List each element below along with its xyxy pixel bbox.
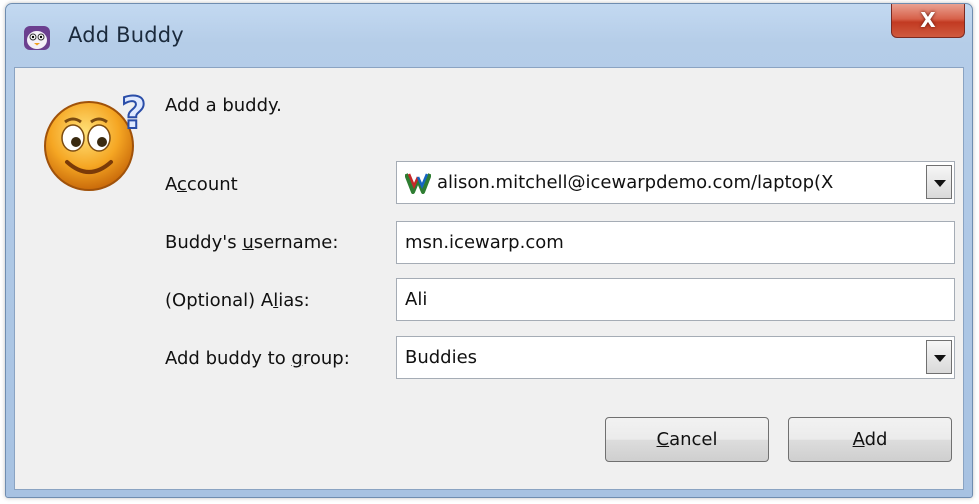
add-button[interactable]: Add (788, 417, 952, 462)
dialog-body: ? Add a buddy. Account alison.mitchell@i… (14, 67, 964, 490)
group-dropdown-button[interactable] (926, 340, 952, 374)
account-value: alison.mitchell@icewarpdemo.com/laptop(X (437, 172, 834, 193)
cancel-button[interactable]: Cancel (605, 417, 769, 462)
pidgin-icon (24, 26, 50, 50)
username-label: Buddy's username: (165, 232, 338, 253)
svg-text:?: ? (121, 88, 147, 139)
chevron-down-icon (934, 355, 946, 362)
group-label-post: roup: (302, 348, 350, 369)
cancel-accel: C (656, 429, 670, 450)
add-label: dd (864, 429, 888, 450)
alias-label: (Optional) Alias: (165, 290, 310, 311)
group-label: Add buddy to group: (165, 348, 350, 369)
protocol-icon (405, 173, 431, 194)
username-label-pre: Buddy's (165, 232, 243, 253)
username-label-post: sername: (253, 232, 339, 253)
alias-input[interactable]: Ali (396, 278, 955, 321)
close-button[interactable]: X (891, 4, 965, 38)
group-label-accel: g (291, 348, 303, 369)
group-combobox[interactable]: Buddies (396, 336, 955, 379)
add-accel: A (852, 429, 865, 450)
add-buddy-dialog: Add Buddy X ? Add a buddy. Account aliso… (5, 3, 973, 498)
username-value: msn.icewarp.com (405, 232, 564, 253)
account-label-post: count (186, 174, 238, 195)
chevron-down-icon (934, 180, 946, 187)
username-input[interactable]: msn.icewarp.com (396, 221, 955, 264)
account-dropdown[interactable]: alison.mitchell@icewarpdemo.com/laptop(X (396, 161, 955, 204)
account-dropdown-button[interactable] (926, 165, 952, 199)
alias-value: Ali (405, 289, 428, 310)
account-label-accel: c (177, 174, 187, 195)
account-label: Account (165, 174, 238, 195)
alias-label-post: ias: (278, 290, 310, 311)
group-value: Buddies (405, 347, 478, 368)
smiley-question-icon: ? (44, 87, 148, 191)
account-label-pre: A (165, 174, 177, 195)
title-bar[interactable]: Add Buddy X (6, 4, 972, 67)
alias-label-pre: (Optional) A (165, 290, 274, 311)
dialog-heading: Add a buddy. (165, 95, 282, 116)
username-label-accel: u (242, 232, 254, 253)
cancel-label: ancel (669, 429, 718, 450)
window-title: Add Buddy (68, 23, 184, 47)
group-label-pre: Add buddy to (165, 348, 292, 369)
